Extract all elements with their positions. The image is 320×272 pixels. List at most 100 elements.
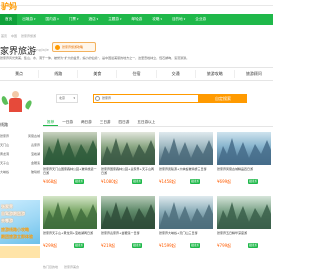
main-nav: 首页 出境游▾ 国内游▾ 门票▾ 酒店▾ 主题游▾ 邮轮游 攻略▾ 目的地▾ 企…	[0, 14, 273, 25]
badge-label: 张家界旅游攻略	[62, 45, 84, 49]
nav-item-outbound[interactable]: 出境游▾	[17, 14, 40, 25]
bottom-link[interactable]: 热门目的地	[43, 265, 58, 269]
product-image[interactable]	[159, 196, 213, 229]
product-image[interactable]	[43, 132, 97, 165]
search-button[interactable]: 自定搜索	[199, 94, 247, 103]
product-card[interactable]: 张家界凤凰古城精品四日游 ¥699起 跟团游	[217, 132, 271, 190]
product-image[interactable]	[43, 196, 97, 229]
product-card[interactable]: 张家界天子山+黄龙洞+宝峰湖两日游 ¥299起 跟团游	[43, 196, 97, 254]
tab-recommended[interactable]: 推荐	[43, 118, 59, 126]
sidebar-link[interactable]: 天门山	[0, 141, 9, 150]
nav-item-tickets[interactable]: 门票▾	[64, 14, 84, 25]
promo-line: 张家界	[1, 204, 13, 209]
left-sidebar: 线路 张家界 凤凰古城 天门山 袁家界 黄龙洞 宝峰湖 天子山 金鞭溪 大峡谷 玻璃桥 张…	[0, 82, 40, 272]
breadcrumb-item: 张家界旅游	[20, 34, 36, 38]
landscape-art	[159, 138, 213, 165]
product-card[interactable]: 张家界大峡谷+天门山三日游 ¥1599起 跟团游	[159, 196, 213, 254]
product-title[interactable]: 张家界凤凰古城精品四日游	[217, 167, 271, 175]
tab-one-day[interactable]: 一日游	[58, 118, 77, 126]
tab-four-day[interactable]: 四日游	[115, 118, 134, 126]
nav-item-cruise[interactable]: 邮轮游	[126, 14, 147, 25]
tab-five-plus-day[interactable]: 五日游以上	[133, 118, 159, 126]
sidebar-link[interactable]: 凤凰古城	[28, 132, 40, 141]
category-routes[interactable]: 线路	[39, 70, 79, 78]
tab-two-day[interactable]: 两日游	[77, 118, 96, 126]
sidebar-row: 天子山 金鞭溪	[0, 159, 40, 168]
site-logo[interactable]: 驴妈	[1, 2, 17, 12]
product-image[interactable]	[159, 132, 213, 165]
product-title[interactable]: 张家界袁家界+金鞭溪一日游	[101, 231, 155, 239]
departure-select[interactable]: 北京 ▾	[56, 94, 78, 103]
product-image[interactable]	[101, 196, 155, 229]
product-title[interactable]: 张家界大峡谷+天门山三日游	[159, 231, 213, 239]
search-icon	[95, 96, 100, 101]
tab-three-day[interactable]: 三日游	[96, 118, 115, 126]
product-tag: 跟团游	[190, 179, 200, 184]
bottom-link[interactable]: 张家界美食	[64, 265, 79, 269]
nav-item-enterprise[interactable]: 企业游	[190, 14, 211, 25]
mountain-shape	[43, 202, 97, 229]
sidebar-link[interactable]: 天子山	[0, 159, 9, 168]
mountain-shape	[159, 138, 213, 165]
search-input[interactable]: 张家界	[93, 94, 199, 103]
product-price: ¥1599起	[159, 243, 176, 248]
category-guides[interactable]: 旅游攻略	[196, 70, 235, 78]
product-card[interactable]: 张家界武陵源+大峡谷玻璃桥三日游 ¥1458起 跟团游	[159, 132, 213, 190]
landscape-art	[101, 138, 155, 165]
product-title[interactable]: 张家界国家森林公园+袁家界+天子山两日游	[101, 167, 155, 175]
product-title[interactable]: 张家界天门山国家森林公园+玻璃栈道一日游	[43, 167, 97, 175]
breadcrumb: 首页 中国 张家界旅游	[1, 34, 39, 38]
nav-item-guide[interactable]: 攻略▾	[147, 14, 167, 25]
promo-line: 去哪游	[1, 218, 13, 223]
nav-item-domestic[interactable]: 国内游▾	[40, 14, 63, 25]
sidebar-link[interactable]: 袁家界	[31, 141, 40, 150]
sidebar-link[interactable]: 黄龙洞	[0, 150, 9, 159]
product-title[interactable]: 张家界五日精华深度游	[217, 231, 271, 239]
product-card[interactable]: 张家界天门山国家森林公园+玻璃栈道一日游 ¥468起 跟团游	[43, 132, 97, 190]
sidebar-link[interactable]: 张家界	[0, 132, 9, 141]
sidebar-route-list: 张家界 凤凰古城 天门山 袁家界 黄龙洞 宝峰湖 天子山 金鞭溪 大峡谷 玻璃桥	[0, 132, 40, 177]
sidebar-link[interactable]: 大峡谷	[0, 168, 9, 177]
product-card[interactable]: 张家界五日精华深度游 ¥799起 跟团游	[217, 196, 271, 254]
sidebar-row: 张家界 凤凰古城	[0, 132, 40, 141]
product-price: ¥219起	[101, 243, 116, 248]
category-transport[interactable]: 交通	[157, 70, 196, 78]
product-price: ¥299起	[43, 243, 58, 248]
product-card[interactable]: 张家界国家森林公园+袁家界+天子山两日游 ¥1080起 跟团游	[101, 132, 155, 190]
landscape-art	[217, 138, 271, 165]
breadcrumb-item[interactable]: 首页	[1, 34, 7, 38]
category-sights[interactable]: 景点	[0, 70, 40, 78]
promo-line: 跟团旅游立即体验	[1, 234, 33, 239]
category-advisor[interactable]: 旅游顾问	[235, 70, 273, 78]
top-bar	[0, 0, 273, 6]
breadcrumb-item[interactable]: 中国	[11, 34, 17, 38]
category-lodging[interactable]: 住宿	[117, 70, 157, 78]
product-image[interactable]	[217, 196, 271, 229]
mountain-shape	[217, 202, 271, 229]
product-tag: 跟团游	[74, 179, 84, 184]
mascot-illustration	[8, 91, 22, 113]
nav-item-theme[interactable]: 主题游▾	[103, 14, 126, 25]
product-title[interactable]: 张家界武陵源+大峡谷玻璃桥三日游	[159, 167, 213, 175]
nav-item-home[interactable]: 首页	[0, 14, 18, 25]
landscape-art	[43, 202, 97, 229]
product-title[interactable]: 张家界天子山+黄龙洞+宝峰湖两日游	[43, 231, 97, 239]
sidebar-link[interactable]: 金鞭溪	[31, 159, 40, 168]
landscape-art	[159, 202, 213, 229]
promo-banner[interactable]: 张家界 自驾游跟团游 去哪游 旅游线路小攻略 跟团旅游立即体验	[0, 200, 40, 244]
category-food[interactable]: 美食	[78, 70, 118, 78]
sidebar-row: 天门山 袁家界	[0, 141, 40, 150]
nav-item-destination[interactable]: 目的地▾	[167, 14, 190, 25]
product-image[interactable]	[101, 132, 155, 165]
sidebar-link[interactable]: 玻璃桥	[31, 168, 40, 177]
mountain-shape	[101, 138, 155, 165]
product-image[interactable]	[217, 132, 271, 165]
guide-badge[interactable]: 张家界旅游攻略	[52, 42, 96, 52]
nav-item-hotel[interactable]: 酒店▾	[83, 14, 103, 25]
landscape-art	[101, 202, 155, 229]
mountain-shape	[159, 202, 213, 229]
sidebar-link[interactable]: 宝峰湖	[31, 150, 40, 159]
product-card[interactable]: 张家界袁家界+金鞭溪一日游 ¥219起 跟团游	[101, 196, 155, 254]
product-price: ¥1080起	[101, 179, 118, 184]
product-tag: 跟团游	[74, 243, 84, 248]
